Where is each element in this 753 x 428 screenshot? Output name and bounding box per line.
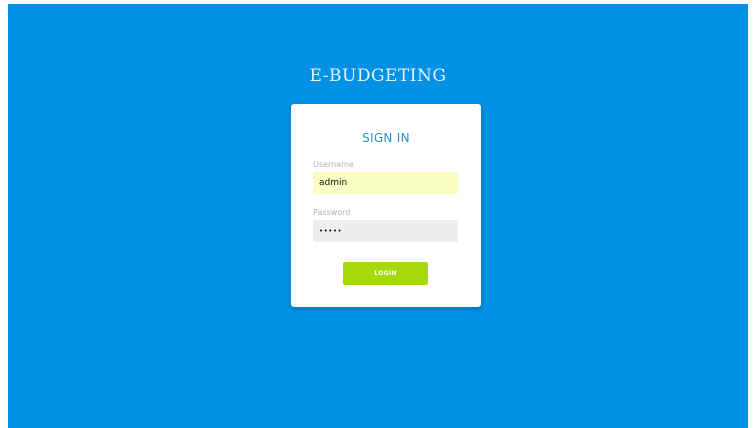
login-button[interactable]: LOGIN	[343, 262, 428, 285]
app-title: E-BUDGETING	[309, 66, 447, 86]
page-background: E-BUDGETING SIGN IN Username Password LO…	[8, 4, 748, 428]
username-label: Username	[313, 160, 354, 169]
sign-in-heading: SIGN IN	[362, 131, 410, 145]
password-input[interactable]	[313, 220, 458, 242]
password-label: Password	[313, 208, 351, 217]
login-card: SIGN IN Username Password LOGIN	[291, 104, 481, 307]
username-input[interactable]	[313, 172, 458, 194]
